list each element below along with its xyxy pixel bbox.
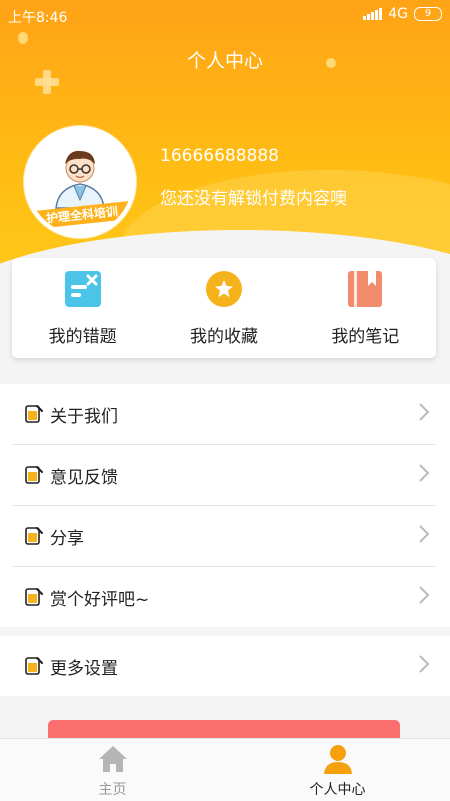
signal-icon xyxy=(363,8,383,20)
chevron-right-icon xyxy=(419,586,430,604)
quick-actions-card: 我的错题 我的收藏 我的笔记 xyxy=(12,258,436,358)
pencil-note-icon xyxy=(25,466,43,484)
chevron-right-icon xyxy=(419,403,430,421)
avatar[interactable]: 护理全科培训 xyxy=(24,126,136,238)
chevron-right-icon xyxy=(419,525,430,543)
menu-item-feedback[interactable]: 意见反馈 xyxy=(12,445,436,506)
menu-item-label: 意见反馈 xyxy=(50,468,118,488)
menu-item-rate-app[interactable]: 赏个好评吧~ xyxy=(12,567,436,627)
menu-item-label: 更多设置 xyxy=(50,659,118,679)
battery-level: 9 xyxy=(424,8,432,19)
settings-list-secondary: 更多设置 xyxy=(0,636,450,696)
my-notes-button[interactable]: 我的笔记 xyxy=(295,258,436,358)
chevron-right-icon xyxy=(419,464,430,482)
user-icon xyxy=(323,745,352,774)
tab-home-label: 主页 xyxy=(98,782,127,798)
menu-item-about-us[interactable]: 关于我们 xyxy=(12,384,436,445)
menu-item-more-settings[interactable]: 更多设置 xyxy=(12,636,436,696)
bottom-tab-bar: 主页 个人中心 xyxy=(0,738,450,801)
page-title: 个人中心 xyxy=(186,50,263,72)
plus-decoration-icon xyxy=(35,70,59,94)
dot-decoration xyxy=(18,32,28,44)
tab-profile[interactable]: 个人中心 xyxy=(225,739,450,801)
network-type: 4G xyxy=(388,6,408,22)
my-wrong-questions-label: 我的错题 xyxy=(48,327,117,347)
unlock-hint[interactable]: 您还没有解锁付费内容噢 xyxy=(160,184,347,209)
wrong-questions-icon xyxy=(64,271,101,307)
my-wrong-questions-button[interactable]: 我的错题 xyxy=(12,258,153,358)
battery-icon: 9 xyxy=(414,7,442,21)
my-notes-label: 我的笔记 xyxy=(331,327,400,347)
star-icon xyxy=(205,271,242,307)
pencil-note-icon xyxy=(25,657,43,675)
menu-item-label: 分享 xyxy=(50,529,84,549)
user-phone: 16666688888 xyxy=(160,146,279,166)
pencil-note-icon xyxy=(25,405,43,423)
status-bar: 上午8:46 4G 9 xyxy=(0,0,450,30)
menu-item-label: 赏个好评吧~ xyxy=(50,590,150,610)
home-icon xyxy=(98,746,127,772)
my-favorites-button[interactable]: 我的收藏 xyxy=(153,258,294,358)
notebook-icon xyxy=(348,271,383,307)
tab-home[interactable]: 主页 xyxy=(0,739,225,801)
status-time: 上午8:46 xyxy=(8,10,68,26)
pencil-note-icon xyxy=(25,588,43,606)
chevron-right-icon xyxy=(419,655,430,673)
menu-item-share[interactable]: 分享 xyxy=(12,506,436,567)
my-favorites-label: 我的收藏 xyxy=(189,327,258,347)
pencil-note-icon xyxy=(25,527,43,545)
menu-item-label: 关于我们 xyxy=(50,407,118,427)
tab-profile-label: 个人中心 xyxy=(309,782,366,798)
settings-list: 关于我们 意见反馈 分享 赏个好评吧~ xyxy=(0,384,450,627)
